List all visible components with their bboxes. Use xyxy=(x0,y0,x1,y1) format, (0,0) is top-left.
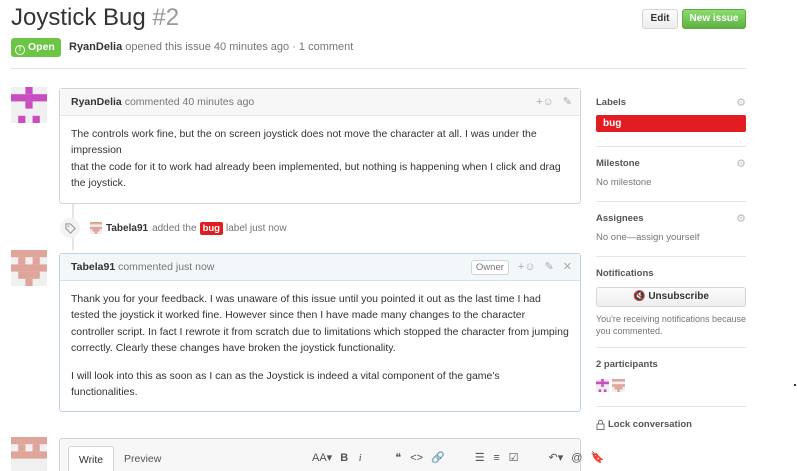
gear-icon[interactable]: ⚙ xyxy=(736,157,746,170)
comment-actions: +☺ ✎ xyxy=(536,89,572,116)
close-icon[interactable]: ✕ xyxy=(563,254,572,281)
sidebar-notifications: Notifications 🔇 Unsubscribe You're recei… xyxy=(596,268,746,337)
event-text: added the xyxy=(152,222,197,234)
identicon-ryan xyxy=(11,87,47,123)
identicon-tabela xyxy=(11,437,47,471)
sidebar-participants: 2 participants xyxy=(596,359,746,392)
sidebar-assignees: Assignees ⚙ No one—assign yourself xyxy=(596,213,746,243)
task-list-icon[interactable]: ☑ xyxy=(509,451,519,464)
event-actor[interactable]: Tabela91 xyxy=(106,223,148,234)
avatar[interactable] xyxy=(11,250,47,286)
mute-icon: 🔇 xyxy=(633,291,646,302)
label-event: Tabela91 added the bug label just now xyxy=(60,218,287,238)
pencil-icon[interactable]: ✎ xyxy=(545,254,554,281)
mention-icon[interactable]: @ xyxy=(571,452,582,464)
comment-paragraph: Thank you for your feedback. I was unawa… xyxy=(71,293,569,354)
owner-badge: Owner xyxy=(470,260,509,275)
comment-line: that the code for it to work had already… xyxy=(71,160,561,189)
lock-conversation[interactable]: Lock conversation xyxy=(596,419,692,430)
milestone-value: No milestone xyxy=(596,177,652,188)
comment-header: Tabela91 commented just now Owner +☺ ✎ ✕ xyxy=(60,254,580,281)
event-text: label just now xyxy=(225,222,287,234)
comment-time[interactable]: commented just now xyxy=(118,261,214,273)
quote-icon[interactable]: ❝ xyxy=(394,451,402,464)
sidebar-milestone: Milestone ⚙ No milestone xyxy=(596,158,746,188)
issue-number: #2 xyxy=(152,4,180,31)
avatar[interactable] xyxy=(11,87,47,123)
sidebar-divider xyxy=(596,146,746,147)
emoji-icon[interactable]: +☺ xyxy=(536,89,554,116)
reply-icon[interactable]: ↶▾ xyxy=(549,451,564,464)
issue-title: Joystick Bug #2 xyxy=(11,4,179,32)
new-issue-button[interactable]: New issue xyxy=(682,9,746,29)
unsubscribe-button[interactable]: 🔇 Unsubscribe xyxy=(596,287,746,307)
avatar[interactable] xyxy=(596,379,609,392)
comment-paragraph: I will look into this as soon as I can a… xyxy=(71,370,500,399)
issue-title-text: Joystick Bug xyxy=(11,4,146,31)
notification-reason: You're receiving notifications because y… xyxy=(596,314,746,336)
pencil-icon[interactable]: ✎ xyxy=(563,89,572,116)
italic-icon[interactable]: i xyxy=(356,452,364,464)
status-text: Open xyxy=(28,41,55,53)
code-icon[interactable]: <> xyxy=(410,452,423,464)
emoji-icon[interactable]: +☺ xyxy=(518,254,536,281)
sidebar-label-bug[interactable]: bug xyxy=(596,115,746,132)
labels-heading: Labels xyxy=(596,97,627,108)
comment-author[interactable]: Tabela91 xyxy=(71,261,115,273)
comment: RyanDelia commented 40 minutes ago +☺ ✎ … xyxy=(59,88,581,204)
text-size-icon[interactable]: AA▾ xyxy=(312,451,332,464)
bold-icon[interactable]: B xyxy=(340,452,348,464)
status-badge: ! Open xyxy=(11,38,61,57)
sidebar-divider xyxy=(596,406,746,407)
comment-actions: Owner +☺ ✎ ✕ xyxy=(470,254,572,281)
comment-header: RyanDelia commented 40 minutes ago +☺ ✎ xyxy=(60,89,580,116)
bullet-list-icon[interactable]: ☰ xyxy=(475,451,485,464)
notifications-heading: Notifications xyxy=(596,268,654,279)
stray-dot xyxy=(794,384,796,386)
issue-author-link[interactable]: RyanDelia xyxy=(69,41,122,53)
comment-author[interactable]: RyanDelia xyxy=(71,96,122,108)
bookmark-icon[interactable]: 🔖 xyxy=(590,451,604,464)
milestone-heading: Milestone xyxy=(596,158,640,169)
avatar[interactable] xyxy=(11,437,47,471)
participants-heading: 2 participants xyxy=(596,359,658,370)
lock-icon xyxy=(596,419,605,430)
gear-icon[interactable]: ⚙ xyxy=(736,96,746,109)
comment-line: The controls work fine, but the on scree… xyxy=(71,128,537,157)
participants-list xyxy=(596,379,746,392)
edit-button[interactable]: Edit xyxy=(642,9,678,29)
markdown-toolbar: AA▾ B i ❝ <> 🔗 ☰ ≡ ☑ ↶▾ @ 🔖 xyxy=(312,451,604,465)
header-divider xyxy=(11,68,746,69)
avatar[interactable] xyxy=(90,222,102,234)
sidebar-divider xyxy=(596,256,746,257)
comment: Tabela91 commented just now Owner +☺ ✎ ✕… xyxy=(59,253,581,412)
tab-write[interactable]: Write xyxy=(68,446,114,471)
comment-composer: Write Preview AA▾ B i ❝ <> 🔗 ☰ ≡ ☑ ↶▾ @ … xyxy=(59,438,604,471)
sidebar-divider xyxy=(596,201,746,202)
avatar[interactable] xyxy=(612,379,625,392)
link-icon[interactable]: 🔗 xyxy=(431,451,445,464)
assignees-value[interactable]: No one—assign yourself xyxy=(596,232,746,243)
sidebar-divider xyxy=(596,347,746,348)
comment-time[interactable]: commented 40 minutes ago xyxy=(125,96,255,108)
tab-preview[interactable]: Preview xyxy=(124,446,161,471)
unsubscribe-label: Unsubscribe xyxy=(648,291,709,302)
sidebar-labels: Labels ⚙ bug xyxy=(596,97,746,132)
bug-label[interactable]: bug xyxy=(199,221,223,235)
numbered-list-icon[interactable]: ≡ xyxy=(493,452,501,464)
issue-meta-text: opened this issue 40 minutes ago · 1 com… xyxy=(125,41,354,53)
gear-icon[interactable]: ⚙ xyxy=(736,212,746,225)
tag-icon xyxy=(60,218,80,238)
open-issue-icon: ! xyxy=(15,45,25,55)
comment-body: The controls work fine, but the on scree… xyxy=(60,116,580,201)
comment-body: Thank you for your feedback. I was unawa… xyxy=(60,281,580,411)
identicon-tabela xyxy=(11,250,47,286)
issue-meta: RyanDelia opened this issue 40 minutes a… xyxy=(69,41,353,53)
lock-label: Lock conversation xyxy=(608,419,692,430)
assignees-heading: Assignees xyxy=(596,213,644,224)
